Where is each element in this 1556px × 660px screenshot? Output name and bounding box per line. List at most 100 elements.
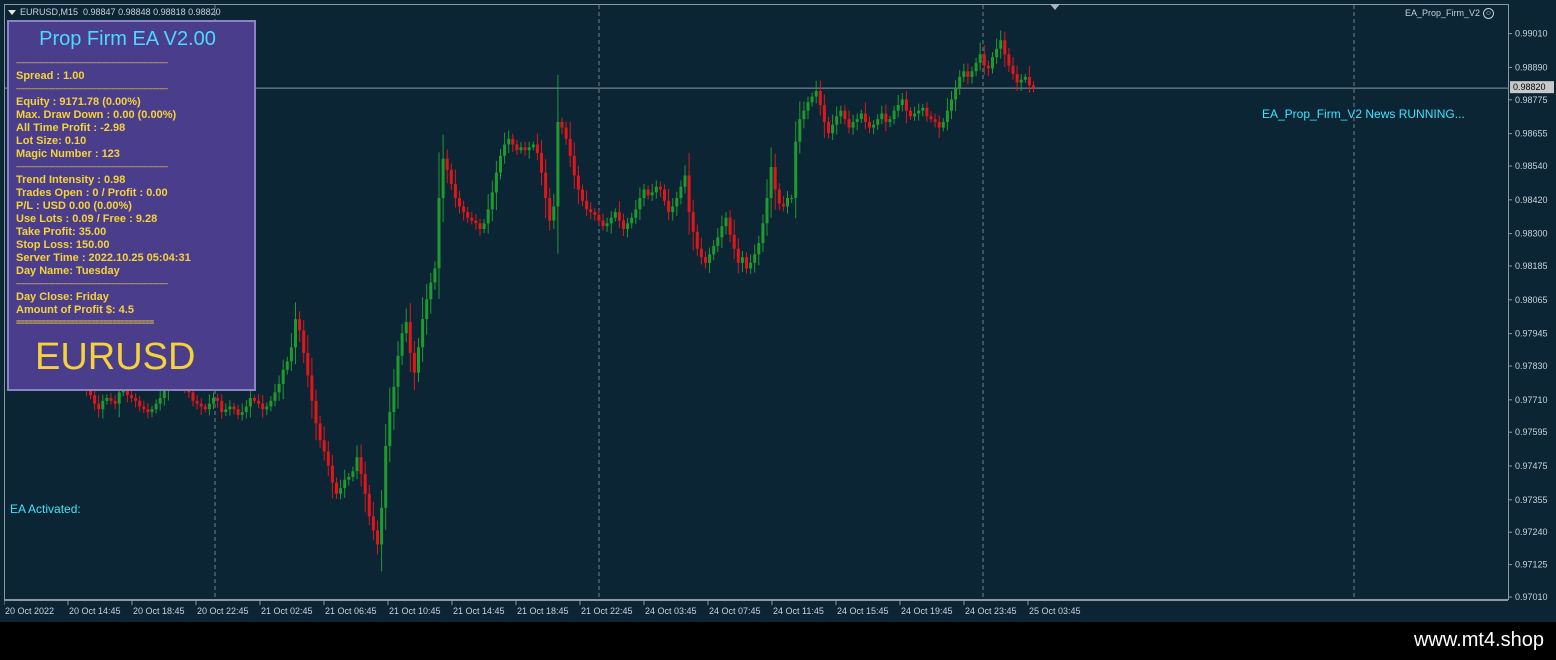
panel-separator: ----------------------------------------… [16,58,168,67]
bull-candle [839,110,843,117]
bull-candle [499,155,502,173]
time-tick-label: 20 Oct 18:45 [133,606,185,616]
bear-candle [909,110,912,117]
bull-candle [277,383,281,393]
bear-candle [589,209,593,213]
bull-candle [749,262,753,269]
bear-candle [330,465,334,483]
bull-candle [974,62,978,72]
bull-candle [609,217,613,224]
time-tick-label: 21 Oct 02:45 [261,606,313,616]
bull-candle [790,198,794,200]
bull-candle [294,319,297,348]
price-tick-label: 0.99010 [1515,29,1548,39]
bull-candle [630,217,634,224]
bull-candle [527,147,531,151]
bear-candle [466,212,470,218]
price-tick-label: 0.97595 [1515,427,1548,437]
bear-candle [523,147,527,151]
bear-candle [310,375,314,401]
bull-candle [429,282,433,300]
time-tick-label: 21 Oct 22:45 [581,606,633,616]
bull-candle [810,96,814,103]
bear-candle [261,403,265,410]
bull-candle [786,198,789,207]
server-time-line: Server Time : 2022.10.25 05:04:31 [16,252,191,264]
bull-candle [995,48,999,58]
bear-candle [376,530,379,545]
amount-of-profit-line: Amount of Profit $: 4.5 [16,304,134,316]
bull-candle [380,507,384,545]
bull-candle [978,54,982,63]
bull-candle [876,119,880,125]
magic-number-line: Magic Number : 123 [16,148,120,160]
chart-window[interactable]: 0.99010 0.98890 0.98775 0.98655 0.98540 0.984… [0,0,1556,622]
bull-candle [531,144,535,148]
bear-candle [113,400,117,404]
bull-candle [712,245,716,255]
bear-candle [445,158,449,170]
bear-candle [1011,65,1015,75]
bull-candle [859,113,863,120]
bear-candle [449,169,453,184]
bear-candle [318,423,322,441]
bull-candle [490,192,494,210]
chart-header[interactable]: EURUSD,M15 0.98847 0.98848 0.98818 0.988… [8,7,221,17]
bull-candle [716,237,720,246]
bear-candle [511,138,515,145]
bear-candle [593,212,597,215]
bear-candle [663,189,666,201]
bear-candle [335,482,338,494]
bear-candle [195,400,199,404]
bear-candle [658,186,662,190]
bottom-banner: www.mt4.shop [0,622,1556,660]
bear-candle [1003,40,1007,55]
bull-candle [724,217,728,227]
current-price-label: 0.98820 [1513,82,1546,92]
trend-intensity-line: Trend Intensity : 0.98 [16,174,126,186]
bear-candle [130,395,133,399]
bull-candle [720,226,724,238]
bear-candle [474,220,478,224]
dropdown-triangle-icon[interactable] [8,10,16,16]
bull-candle [433,268,437,283]
price-tick-label: 0.98655 [1515,129,1548,139]
bear-candle [827,121,830,134]
time-tick-label: 24 Oct 07:45 [709,606,761,616]
bull-candle [888,119,892,122]
price-axis[interactable]: 0.99010 0.98890 0.98775 0.98655 0.98540 0.984… [1508,4,1556,600]
bear-candle [458,198,461,207]
time-tick-label: 24 Oct 23:45 [965,606,1017,616]
bear-candle [687,175,691,213]
bull-candle [224,409,228,413]
smiley-icon[interactable]: ☺ [1483,8,1494,20]
bear-candle [548,198,552,221]
price-tick-label: 0.97710 [1515,395,1548,405]
bull-candle [265,406,269,410]
bull-candle [503,144,507,156]
chart-shift-marker-icon[interactable] [1050,4,1060,10]
bull-candle [101,400,105,410]
expert-advisor-label[interactable]: EA_Prop_Firm_V2 ☺ [1404,8,1494,20]
ea-activated-text: EA Activated: [10,502,81,516]
time-tick-label: 24 Oct 19:45 [901,606,953,616]
bull-candle [855,119,859,122]
bull-candle [814,90,818,97]
bull-candle [347,476,351,480]
time-axis[interactable]: 20 Oct 2022 20 Oct 14:45 20 Oct 18:45 20 Oc… [4,600,1508,622]
expert-advisor-name: EA_Prop_Firm_V2 [1404,8,1480,18]
bear-candle [884,113,888,122]
bull-candle [970,71,974,77]
bear-candle [560,121,564,128]
bull-candle [486,209,490,224]
bear-candle [695,231,699,249]
bear-candle [777,189,781,204]
time-tick-label: 20 Oct 14:45 [69,606,121,616]
day-name-line: Day Name: Tuesday [16,265,120,277]
news-status-text: EA_Prop_Firm_V2 News RUNNING... [1262,107,1465,121]
time-tick-label: 20 Oct 2022 [5,606,54,616]
bear-candle [257,400,261,404]
bull-candle [400,333,404,356]
bull-candle [941,121,945,128]
bull-candle [917,110,921,114]
